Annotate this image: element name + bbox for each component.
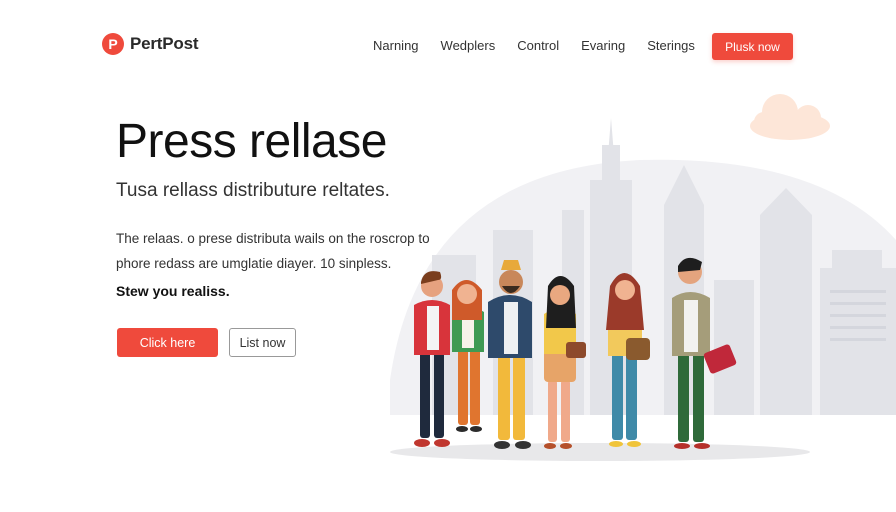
cloud-icon [750,94,830,140]
brand-name: PertPost [130,34,199,53]
ground-shadow [390,443,810,461]
header-cta-button[interactable]: Plusk now [712,33,793,60]
hero-subtitle: Tusa rellass distributure reltates. [116,180,390,201]
list-now-button[interactable]: List now [229,328,296,357]
click-here-button[interactable]: Click here [117,328,218,357]
brand-logo[interactable]: P PertPost [102,33,199,55]
main-nav: Narning Wedplers Control Evaring Stering… [373,38,695,53]
hero-illustration [390,94,896,461]
nav-item-evaring[interactable]: Evaring [581,38,625,53]
hero-title: Press rellase [116,115,387,168]
logo-icon: P [102,33,124,55]
hero-cta-text: Stew you realiss. [116,283,230,299]
nav-item-wedplers[interactable]: Wedplers [441,38,496,53]
nav-item-control[interactable]: Control [517,38,559,53]
nav-item-narning[interactable]: Narning [373,38,419,53]
nav-item-sterings[interactable]: Sterings [647,38,695,53]
